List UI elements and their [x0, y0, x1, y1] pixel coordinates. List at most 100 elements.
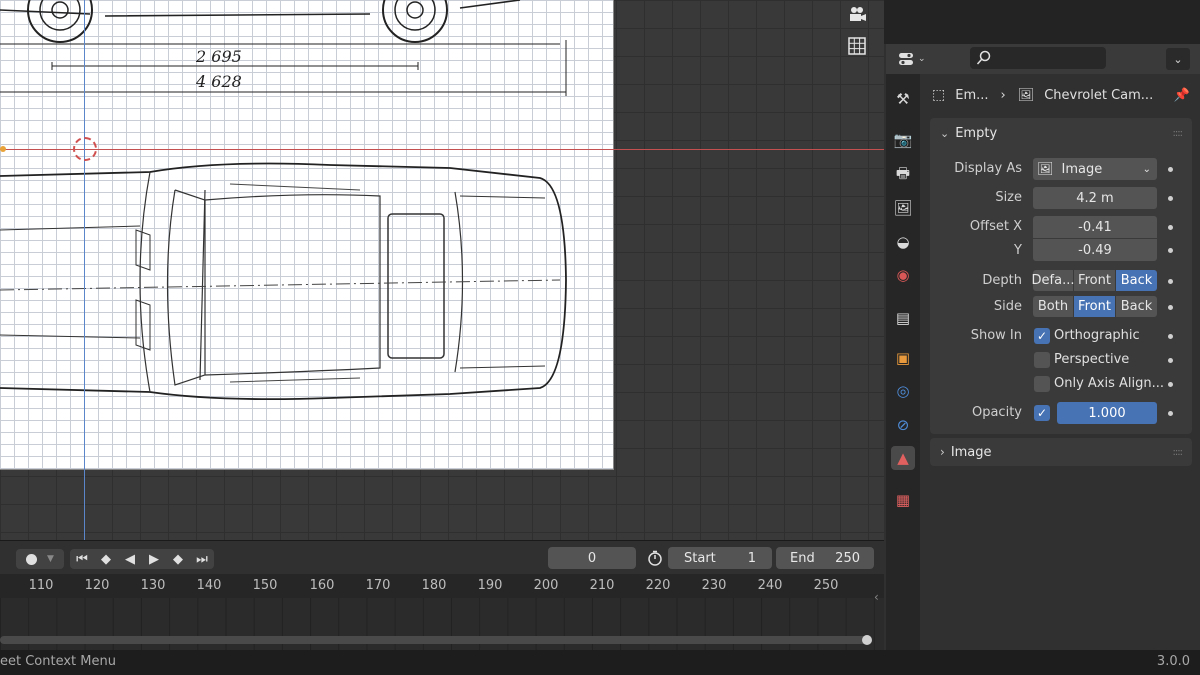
- jump-start-icon[interactable]: ⏮: [70, 552, 94, 567]
- offset-x-field[interactable]: -0.41: [1033, 216, 1157, 238]
- ruler-tick: 170: [365, 578, 391, 593]
- car-blueprint: [0, 0, 567, 401]
- ruler-tick: 190: [477, 578, 503, 593]
- empty-panel-header[interactable]: ⌄ Empty ::::: [930, 118, 1192, 148]
- view-layer-tab-icon[interactable]: 🖼: [891, 196, 915, 220]
- animate-property-icon[interactable]: [1168, 305, 1173, 310]
- 3d-cursor-icon[interactable]: [73, 137, 97, 161]
- size-label: Size: [995, 190, 1022, 205]
- properties-editor-icon: [899, 53, 913, 65]
- animate-property-icon[interactable]: [1168, 196, 1173, 201]
- animate-property-icon[interactable]: [1168, 382, 1173, 387]
- show-in-label: Show In: [970, 328, 1022, 343]
- depth-option-back[interactable]: Back: [1116, 270, 1157, 291]
- origin-dot: [0, 146, 6, 152]
- world-tab-icon[interactable]: ◉: [891, 263, 915, 287]
- chevron-right-icon: ›: [1000, 87, 1006, 103]
- pin-icon[interactable]: 📌: [1174, 88, 1190, 103]
- perspective-checkbox[interactable]: [1034, 352, 1050, 368]
- y-axis-line: [84, 0, 85, 540]
- play-reverse-icon[interactable]: ◀: [118, 552, 142, 567]
- empty-object-icon: ⬚: [932, 87, 946, 103]
- image-panel-header[interactable]: › Image ::::: [930, 438, 1192, 466]
- breadcrumb: ⬚ Em... › 🖼 Chevrolet Cam... 📌: [932, 84, 1190, 106]
- use-opacity-checkbox[interactable]: ✓: [1034, 405, 1050, 421]
- animate-property-icon[interactable]: [1168, 334, 1173, 339]
- offset-x-label: Offset X: [969, 219, 1022, 234]
- side-option-both[interactable]: Both: [1033, 296, 1073, 317]
- orthographic-label: Orthographic: [1054, 328, 1140, 343]
- auto-keying-toggle[interactable]: ▼: [16, 549, 64, 569]
- start-value: 1: [747, 550, 756, 566]
- depth-label: Depth: [982, 273, 1022, 288]
- ruler-tick: 220: [645, 578, 671, 593]
- drag-handle-icon[interactable]: ::::: [1173, 447, 1184, 458]
- render-tab-icon[interactable]: 📷: [891, 128, 915, 152]
- jump-end-icon[interactable]: ⏭: [190, 552, 214, 567]
- timeline-header: ▼ ⏮ ◆ ◀ ▶ ◆ ⏭ 0 Start 1 End 250: [0, 540, 884, 574]
- options-dropdown-icon[interactable]: ⌄: [1166, 48, 1190, 70]
- orthographic-checkbox[interactable]: ✓: [1034, 328, 1050, 344]
- texture-tab-icon[interactable]: ▦: [891, 488, 915, 512]
- status-hint: eet Context Menu: [0, 654, 116, 669]
- play-icon[interactable]: ▶: [142, 552, 166, 567]
- drag-handle-icon[interactable]: ::::: [1173, 128, 1184, 139]
- image-data-icon: 🖼: [1017, 87, 1035, 103]
- size-field[interactable]: 4.2 m: [1033, 187, 1157, 209]
- 3d-viewport[interactable]: 2 695 4 628: [0, 0, 884, 540]
- timeline-scrollbar[interactable]: [0, 635, 872, 645]
- constraints-tab-icon[interactable]: ⊘: [891, 413, 915, 437]
- prev-keyframe-icon[interactable]: ◆: [94, 552, 118, 567]
- playback-controls: ⏮ ◆ ◀ ▶ ◆ ⏭: [70, 549, 214, 569]
- end-frame-field[interactable]: End 250: [776, 547, 874, 569]
- editor-type-button[interactable]: ⌄: [898, 48, 934, 70]
- output-tab-icon[interactable]: 🖶: [891, 163, 915, 187]
- animate-property-icon[interactable]: [1168, 167, 1173, 172]
- properties-tabs: ⚒ 📷 🖶 🖼 ◒ ◉ ▤ ▣ ◎ ⊘ ▲ ▦: [886, 74, 920, 650]
- side-option-front[interactable]: Front: [1074, 296, 1115, 317]
- animate-property-icon[interactable]: [1168, 225, 1173, 230]
- ruler-tick: 110: [28, 578, 54, 593]
- end-value: 250: [835, 550, 860, 566]
- collapse-sidebar-icon[interactable]: ‹: [874, 590, 879, 604]
- perspective-label: Perspective: [1054, 352, 1130, 367]
- current-frame-field[interactable]: 0: [548, 547, 636, 569]
- stopwatch-icon[interactable]: [644, 547, 666, 569]
- end-label: End: [790, 550, 815, 566]
- ruler-tick: 140: [196, 578, 222, 593]
- object-tab-icon[interactable]: ▣: [891, 346, 915, 370]
- image-panel-title: Image: [950, 444, 992, 460]
- display-as-dropdown[interactable]: 🖼 Image ⌄: [1033, 158, 1157, 180]
- ruler-tick: 160: [309, 578, 335, 593]
- frame-ruler[interactable]: 110 120 130 140 150 160 170 180 190 200 …: [0, 574, 884, 598]
- offset-y-field[interactable]: -0.49: [1033, 239, 1157, 261]
- animate-property-icon[interactable]: [1168, 411, 1173, 416]
- ruler-tick: 240: [757, 578, 783, 593]
- opacity-slider[interactable]: 1.000: [1057, 402, 1157, 424]
- only-axis-aligned-checkbox[interactable]: [1034, 376, 1050, 392]
- tool-tab-icon[interactable]: ⚒: [891, 87, 915, 111]
- chevron-down-icon: ⌄: [1142, 163, 1151, 175]
- animate-property-icon[interactable]: [1168, 279, 1173, 284]
- depth-option-default[interactable]: Defa...: [1032, 270, 1074, 291]
- side-option-back[interactable]: Back: [1116, 296, 1157, 317]
- start-frame-field[interactable]: Start 1: [668, 547, 772, 569]
- dimension-length: 4 628: [196, 72, 242, 91]
- grid-toggle-icon[interactable]: [843, 32, 871, 60]
- next-keyframe-icon[interactable]: ◆: [166, 552, 190, 567]
- physics-tab-icon[interactable]: ◎: [891, 379, 915, 403]
- animate-property-icon[interactable]: [1168, 358, 1173, 363]
- property-search-input[interactable]: [970, 47, 1106, 69]
- depth-option-front[interactable]: Front: [1074, 270, 1115, 291]
- ruler-tick: 250: [813, 578, 839, 593]
- camera-view-icon[interactable]: [843, 0, 871, 28]
- ruler-tick: 150: [252, 578, 278, 593]
- image-data-tab-icon[interactable]: ▲: [891, 446, 915, 470]
- scrollbar-handle-icon[interactable]: [862, 635, 872, 645]
- ruler-tick: 180: [421, 578, 447, 593]
- scene-tab-icon[interactable]: ◒: [891, 230, 915, 254]
- animate-property-icon[interactable]: [1168, 248, 1173, 253]
- reference-image[interactable]: 2 695 4 628: [0, 0, 614, 470]
- collection-tab-icon[interactable]: ▤: [891, 306, 915, 330]
- breadcrumb-data: Chevrolet Cam...: [1044, 87, 1154, 103]
